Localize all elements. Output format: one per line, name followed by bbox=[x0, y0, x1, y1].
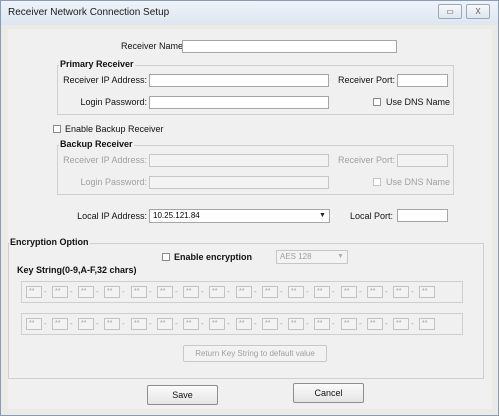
key-row-2: ** - ** - ** - ** - ** - ** - ** - ** - ** - ** - … bbox=[21, 313, 463, 335]
local-port-input[interactable] bbox=[397, 209, 448, 222]
primary-receiver-title: Primary Receiver bbox=[59, 59, 135, 69]
minimize-button[interactable]: ▭ bbox=[438, 4, 462, 19]
key-byte-input[interactable]: ** bbox=[157, 318, 173, 330]
backup-password-label: Login Password: bbox=[80, 177, 147, 187]
key-byte-input[interactable]: ** bbox=[341, 318, 357, 330]
local-ip-label: Local IP Address: bbox=[77, 211, 147, 221]
key-byte-input[interactable]: ** bbox=[131, 286, 147, 298]
receiver-name-label: Receiver Name: bbox=[121, 41, 186, 51]
close-icon: X bbox=[475, 7, 481, 16]
primary-dns-checkbox[interactable] bbox=[373, 98, 381, 106]
backup-ip-input[interactable] bbox=[149, 154, 329, 167]
enable-encryption-label: Enable encryption bbox=[174, 252, 253, 262]
key-byte-input[interactable]: ** bbox=[52, 286, 68, 298]
key-byte-input[interactable]: ** bbox=[78, 318, 94, 330]
key-string-title: Key String(0-9,A-F,32 chars) bbox=[16, 265, 138, 275]
local-ip-value: 10.25.121.84 bbox=[153, 211, 200, 220]
key-byte-input[interactable]: ** bbox=[262, 318, 278, 330]
dialog-window: Receiver Network Connection Setup ▭ X Re… bbox=[0, 0, 499, 416]
chevron-down-icon: ▼ bbox=[319, 212, 326, 219]
primary-password-label: Login Password: bbox=[80, 97, 147, 107]
dialog-body: Receiver Name: Primary Receiver Receiver… bbox=[8, 29, 492, 409]
key-byte-input[interactable]: ** bbox=[183, 286, 199, 298]
receiver-name-input[interactable] bbox=[182, 40, 397, 53]
key-byte-input[interactable]: ** bbox=[367, 286, 383, 298]
key-byte-input[interactable]: ** bbox=[367, 318, 383, 330]
backup-ip-label: Receiver IP Address: bbox=[63, 155, 147, 165]
backup-port-label: Receiver Port: bbox=[338, 155, 396, 165]
key-byte-input[interactable]: ** bbox=[262, 286, 278, 298]
minimize-icon: ▭ bbox=[446, 7, 454, 16]
key-byte-input[interactable]: ** bbox=[419, 318, 435, 330]
key-byte-input[interactable]: ** bbox=[52, 318, 68, 330]
primary-password-input[interactable] bbox=[149, 96, 329, 109]
window-title: Receiver Network Connection Setup bbox=[8, 7, 170, 18]
key-byte-input[interactable]: ** bbox=[393, 286, 409, 298]
enable-backup-checkbox[interactable] bbox=[53, 125, 61, 133]
backup-dns-checkbox[interactable] bbox=[373, 178, 381, 186]
enable-backup-label: Enable Backup Receiver bbox=[65, 124, 164, 134]
backup-dns-label: Use DNS Name bbox=[386, 177, 451, 187]
key-byte-input[interactable]: ** bbox=[236, 286, 252, 298]
chevron-down-icon: ▼ bbox=[337, 253, 344, 260]
key-byte-input[interactable]: ** bbox=[131, 318, 147, 330]
key-byte-input[interactable]: ** bbox=[341, 286, 357, 298]
key-byte-input[interactable]: ** bbox=[236, 318, 252, 330]
key-byte-input[interactable]: ** bbox=[288, 318, 304, 330]
reset-key-button[interactable]: Return Key String to default value bbox=[183, 345, 327, 362]
save-label: Save bbox=[172, 390, 193, 400]
key-byte-input[interactable]: ** bbox=[78, 286, 94, 298]
key-byte-input[interactable]: ** bbox=[104, 318, 120, 330]
primary-dns-label: Use DNS Name bbox=[386, 97, 451, 107]
key-byte-input[interactable]: ** bbox=[157, 286, 173, 298]
title-bar: Receiver Network Connection Setup ▭ X bbox=[1, 1, 498, 25]
encryption-option-title: Encryption Option bbox=[9, 237, 90, 247]
key-byte-input[interactable]: ** bbox=[183, 318, 199, 330]
key-byte-input[interactable]: ** bbox=[314, 286, 330, 298]
close-button[interactable]: X bbox=[466, 4, 490, 19]
key-row-1: ** - ** - ** - ** - ** - ** - ** - ** - ** - ** - … bbox=[21, 281, 463, 303]
key-byte-input[interactable]: ** bbox=[104, 286, 120, 298]
primary-ip-label: Receiver IP Address: bbox=[63, 75, 147, 85]
primary-port-label: Receiver Port: bbox=[338, 75, 396, 85]
key-byte-input[interactable]: ** bbox=[26, 286, 42, 298]
primary-ip-input[interactable] bbox=[149, 74, 329, 87]
encryption-algorithm-value: AES 128 bbox=[280, 252, 312, 261]
save-button[interactable]: Save bbox=[147, 385, 218, 405]
local-ip-select[interactable]: 10.25.121.84 ▼ bbox=[149, 209, 330, 223]
key-byte-input[interactable]: ** bbox=[26, 318, 42, 330]
key-byte-input[interactable]: ** bbox=[314, 318, 330, 330]
cancel-button[interactable]: Cancel bbox=[293, 383, 364, 403]
backup-receiver-title: Backup Receiver bbox=[59, 139, 134, 149]
backup-password-input[interactable] bbox=[149, 176, 329, 189]
key-byte-input[interactable]: ** bbox=[288, 286, 304, 298]
enable-encryption-checkbox[interactable] bbox=[162, 253, 170, 261]
key-byte-input[interactable]: ** bbox=[209, 286, 225, 298]
primary-port-input[interactable] bbox=[397, 74, 448, 87]
key-byte-input[interactable]: ** bbox=[393, 318, 409, 330]
local-port-label: Local Port: bbox=[350, 211, 394, 221]
encryption-algorithm-select[interactable]: AES 128 ▼ bbox=[276, 250, 348, 264]
cancel-label: Cancel bbox=[314, 388, 343, 398]
key-byte-input[interactable]: ** bbox=[209, 318, 225, 330]
key-byte-input[interactable]: ** bbox=[419, 286, 435, 298]
backup-port-input[interactable] bbox=[397, 154, 448, 167]
